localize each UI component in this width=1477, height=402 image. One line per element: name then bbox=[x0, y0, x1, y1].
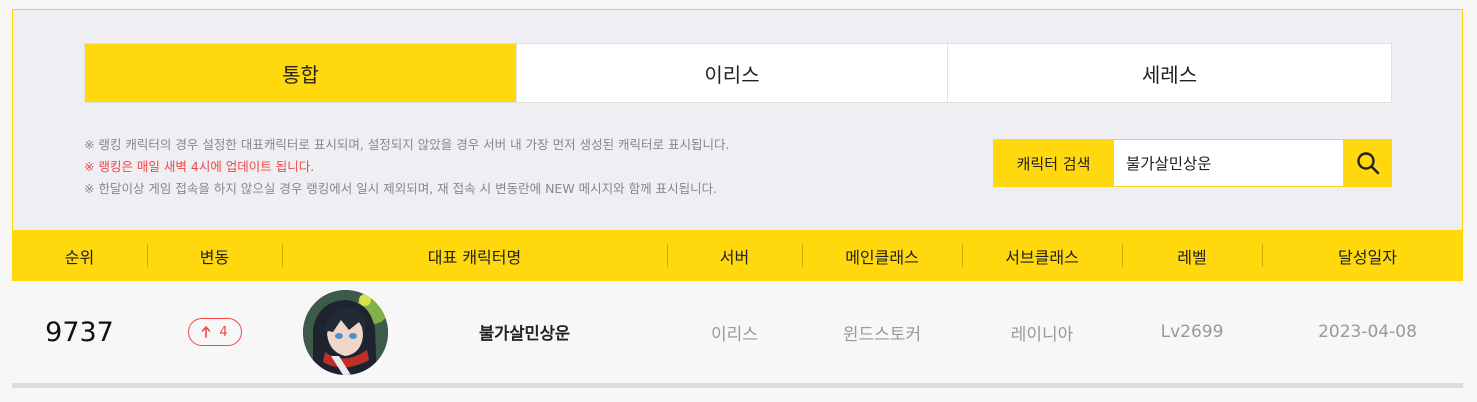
header-rank: 순위 bbox=[64, 247, 95, 267]
note-line: ※ 랭킹 캐릭터의 경우 설정한 대표캐릭터로 표시되며, 설정되지 않았을 경… bbox=[84, 137, 730, 152]
row-divider bbox=[12, 383, 1463, 388]
header-level: 레벨 bbox=[1177, 247, 1207, 267]
main-class-value: 윈드스토커 bbox=[842, 324, 922, 345]
ranking-filter-panel: 통합 이리스 세레스 ※ 랭킹 캐릭터의 경우 설정한 대표캐릭터로 표시되며,… bbox=[12, 9, 1463, 230]
server-value: 이리스 bbox=[711, 324, 758, 345]
change-value: 4 bbox=[219, 324, 228, 340]
header-main-class: 메인클래스 bbox=[845, 247, 919, 267]
arrow-up-icon bbox=[202, 326, 211, 338]
search-icon bbox=[1356, 152, 1379, 175]
ranking-table-header: 순위 변동 대표 캐릭터명 서버 메인클래스 서브클래스 레벨 달성일자 bbox=[12, 230, 1463, 281]
character-avatar bbox=[303, 290, 388, 375]
tab-iris[interactable]: 이리스 bbox=[517, 44, 948, 102]
header-sub-class: 서브클래스 bbox=[1005, 247, 1079, 267]
character-search: 캐릭터 검색 bbox=[993, 139, 1392, 187]
server-tabs: 통합 이리스 세레스 bbox=[84, 43, 1392, 103]
ranking-notes: ※ 랭킹 캐릭터의 경우 설정한 대표캐릭터로 표시되며, 설정되지 않았을 경… bbox=[84, 134, 730, 200]
tab-all[interactable]: 통합 bbox=[85, 44, 517, 102]
level-value: Lv2699 bbox=[1160, 322, 1224, 342]
character-name[interactable]: 불가살민상운 bbox=[392, 281, 667, 383]
sub-class-value: 레이니아 bbox=[1010, 324, 1074, 345]
search-label: 캐릭터 검색 bbox=[993, 139, 1114, 187]
header-server: 서버 bbox=[719, 247, 750, 267]
change-badge: 4 bbox=[187, 318, 242, 346]
rank-change: 4 bbox=[147, 281, 282, 383]
rank-value: 9737 bbox=[45, 316, 114, 348]
search-button[interactable] bbox=[1343, 139, 1392, 187]
search-input[interactable] bbox=[1114, 139, 1343, 187]
header-change: 변동 bbox=[199, 247, 230, 267]
table-row[interactable]: 9737 4 불가살민상운 이리스 윈드스토커 레이니아 Lv2699 2023… bbox=[12, 281, 1463, 383]
header-character: 대표 캐릭터명 bbox=[427, 247, 522, 267]
header-date: 달성일자 bbox=[1338, 247, 1397, 267]
tab-ceres[interactable]: 세레스 bbox=[948, 44, 1391, 102]
note-line: ※ 한달이상 게임 접속을 하지 않으실 경우 랭킹에서 일시 제외되며, 재 … bbox=[84, 181, 718, 196]
note-line-update: ※ 랭킹은 매일 새벽 4시에 업데이트 됩니다. bbox=[84, 159, 315, 174]
date-value: 2023-04-08 bbox=[1318, 322, 1417, 342]
